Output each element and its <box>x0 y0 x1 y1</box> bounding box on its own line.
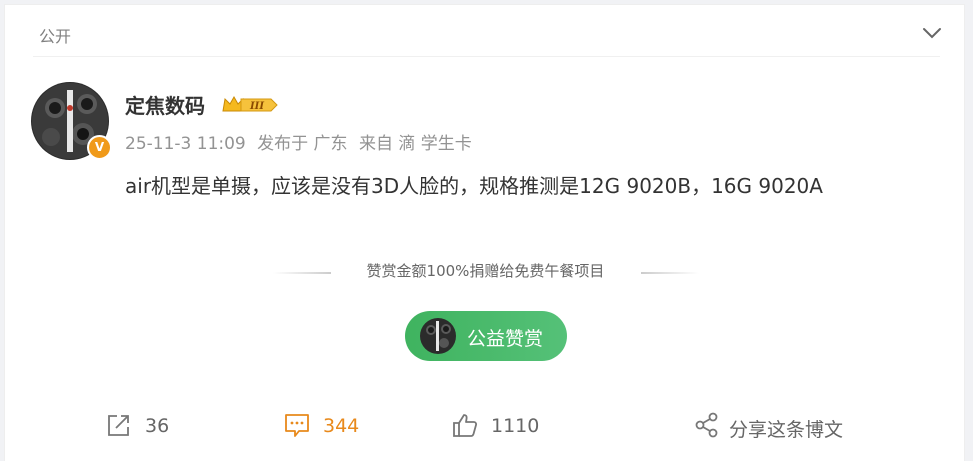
comment-count: 344 <box>323 415 360 437</box>
post-date[interactable]: 25-11-3 11:09 <box>125 134 246 154</box>
membership-crown-badge[interactable]: III <box>221 94 281 116</box>
crown-badge-text: III <box>249 101 264 112</box>
forward-count: 36 <box>145 415 170 437</box>
post-location: 发布于 广东 <box>257 134 348 154</box>
forward-icon <box>108 415 129 436</box>
chevron-down-icon[interactable] <box>920 21 944 45</box>
visibility-label: 公开 <box>39 27 72 46</box>
share-icon <box>695 412 718 438</box>
charity-reward-button[interactable]: 公益赞赏 <box>405 311 567 361</box>
like-count: 1110 <box>491 415 540 437</box>
comment-icon <box>285 414 309 437</box>
avatar[interactable]: V <box>31 82 112 162</box>
thumbs-up-icon <box>453 414 478 437</box>
verified-badge: V <box>87 135 112 160</box>
post-card: 公开 V 定焦数码 III 25-11-3 11:09 发布于 广东 来自 滴 … <box>4 4 965 461</box>
share-label: 分享这条博文 <box>729 419 844 441</box>
post-meta: 25-11-3 11:09 发布于 广东 来自 滴 学生卡 <box>125 129 478 154</box>
reward-avatar <box>420 318 456 354</box>
reward-notice: 赞赏金额100%捐赠给免费午餐项目 <box>366 262 605 280</box>
author-name[interactable]: 定焦数码 <box>125 90 205 119</box>
reward-divider-right <box>641 272 699 274</box>
post-source: 来自 滴 学生卡 <box>358 134 472 154</box>
post-text: air机型是单摄，应该是没有3D人脸的，规格推测是12G 9020B，16G 9… <box>125 174 823 198</box>
reward-button-label: 公益赞赏 <box>467 328 544 350</box>
post-header: 公开 <box>33 5 941 57</box>
post-toolbar: 36 344 1110 分享这条博文 <box>5 405 966 447</box>
